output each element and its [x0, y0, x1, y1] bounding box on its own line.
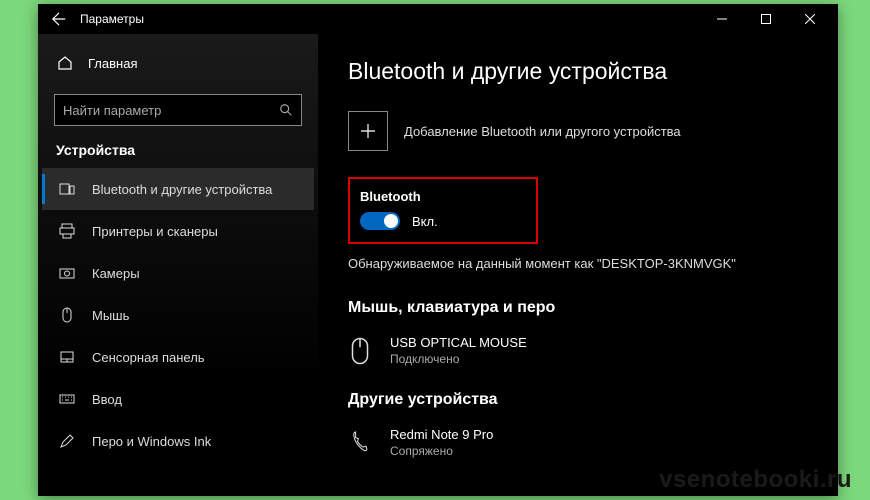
close-icon — [805, 14, 815, 24]
printer-icon — [58, 222, 76, 240]
camera-icon — [58, 264, 76, 282]
section-mouse-keyboard: Мышь, клавиатура и перо — [348, 299, 808, 317]
add-device-label: Добавление Bluetooth или другого устройс… — [404, 124, 681, 139]
device-row[interactable]: USB OPTICAL MOUSE Подключено — [348, 331, 808, 391]
sidebar-item-bluetooth[interactable]: Bluetooth и другие устройства — [42, 168, 314, 210]
plus-icon — [348, 111, 388, 151]
add-device-button[interactable]: Добавление Bluetooth или другого устройс… — [348, 111, 808, 151]
section-other-devices: Другие устройства — [348, 391, 808, 409]
home-link[interactable]: Главная — [42, 44, 314, 82]
sidebar-group: Устройства — [42, 126, 314, 168]
home-label: Главная — [88, 56, 137, 71]
sidebar-item-label: Перо и Windows Ink — [92, 434, 211, 449]
devices-icon — [58, 180, 76, 198]
back-button[interactable] — [44, 4, 74, 34]
sidebar-nav: Bluetooth и другие устройства Принтеры и… — [42, 168, 314, 462]
bluetooth-label: Bluetooth — [360, 189, 522, 204]
arrow-left-icon — [52, 12, 66, 26]
content-pane: Bluetooth и другие устройства Добавление… — [318, 34, 838, 496]
sidebar-item-typing[interactable]: Ввод — [42, 378, 314, 420]
device-status: Подключено — [390, 352, 527, 366]
close-button[interactable] — [788, 4, 832, 34]
search-box[interactable] — [54, 94, 302, 126]
bluetooth-toggle[interactable] — [360, 212, 400, 230]
maximize-icon — [761, 14, 771, 24]
sidebar-item-label: Bluetooth и другие устройства — [92, 182, 272, 197]
mouse-icon — [58, 306, 76, 324]
minimize-icon — [717, 14, 727, 24]
device-name: Redmi Note 9 Pro — [390, 427, 493, 442]
device-status: Сопряжено — [390, 444, 493, 458]
page-heading: Bluetooth и другие устройства — [348, 58, 808, 85]
home-icon — [56, 54, 74, 72]
mouse-icon — [350, 335, 376, 373]
sidebar-item-label: Сенсорная панель — [92, 350, 205, 365]
discoverable-text: Обнаруживаемое на данный момент как "DES… — [348, 256, 808, 271]
sidebar-item-label: Мышь — [92, 308, 129, 323]
sidebar: Главная Устройства Bluetooth и другие ус… — [38, 34, 318, 496]
maximize-button[interactable] — [744, 4, 788, 34]
sidebar-item-mouse[interactable]: Мышь — [42, 294, 314, 336]
search-icon — [279, 103, 293, 117]
keyboard-icon — [58, 390, 76, 408]
phone-icon — [350, 427, 376, 465]
sidebar-item-label: Ввод — [92, 392, 122, 407]
settings-window: Параметры Главная — [38, 4, 838, 496]
sidebar-item-label: Камеры — [92, 266, 140, 281]
device-name: USB OPTICAL MOUSE — [390, 335, 527, 350]
sidebar-item-touchpad[interactable]: Сенсорная панель — [42, 336, 314, 378]
pen-icon — [58, 432, 76, 450]
sidebar-item-printers[interactable]: Принтеры и сканеры — [42, 210, 314, 252]
window-title: Параметры — [80, 12, 144, 26]
sidebar-item-cameras[interactable]: Камеры — [42, 252, 314, 294]
sidebar-item-pen[interactable]: Перо и Windows Ink — [42, 420, 314, 462]
search-input[interactable] — [63, 103, 279, 118]
touchpad-icon — [58, 348, 76, 366]
watermark: vsenotebooki.ru — [659, 466, 852, 494]
titlebar: Параметры — [38, 4, 838, 34]
bluetooth-state: Вкл. — [412, 214, 438, 229]
window-controls — [700, 4, 832, 34]
bluetooth-highlight: Bluetooth Вкл. — [348, 177, 538, 244]
sidebar-item-label: Принтеры и сканеры — [92, 224, 218, 239]
minimize-button[interactable] — [700, 4, 744, 34]
